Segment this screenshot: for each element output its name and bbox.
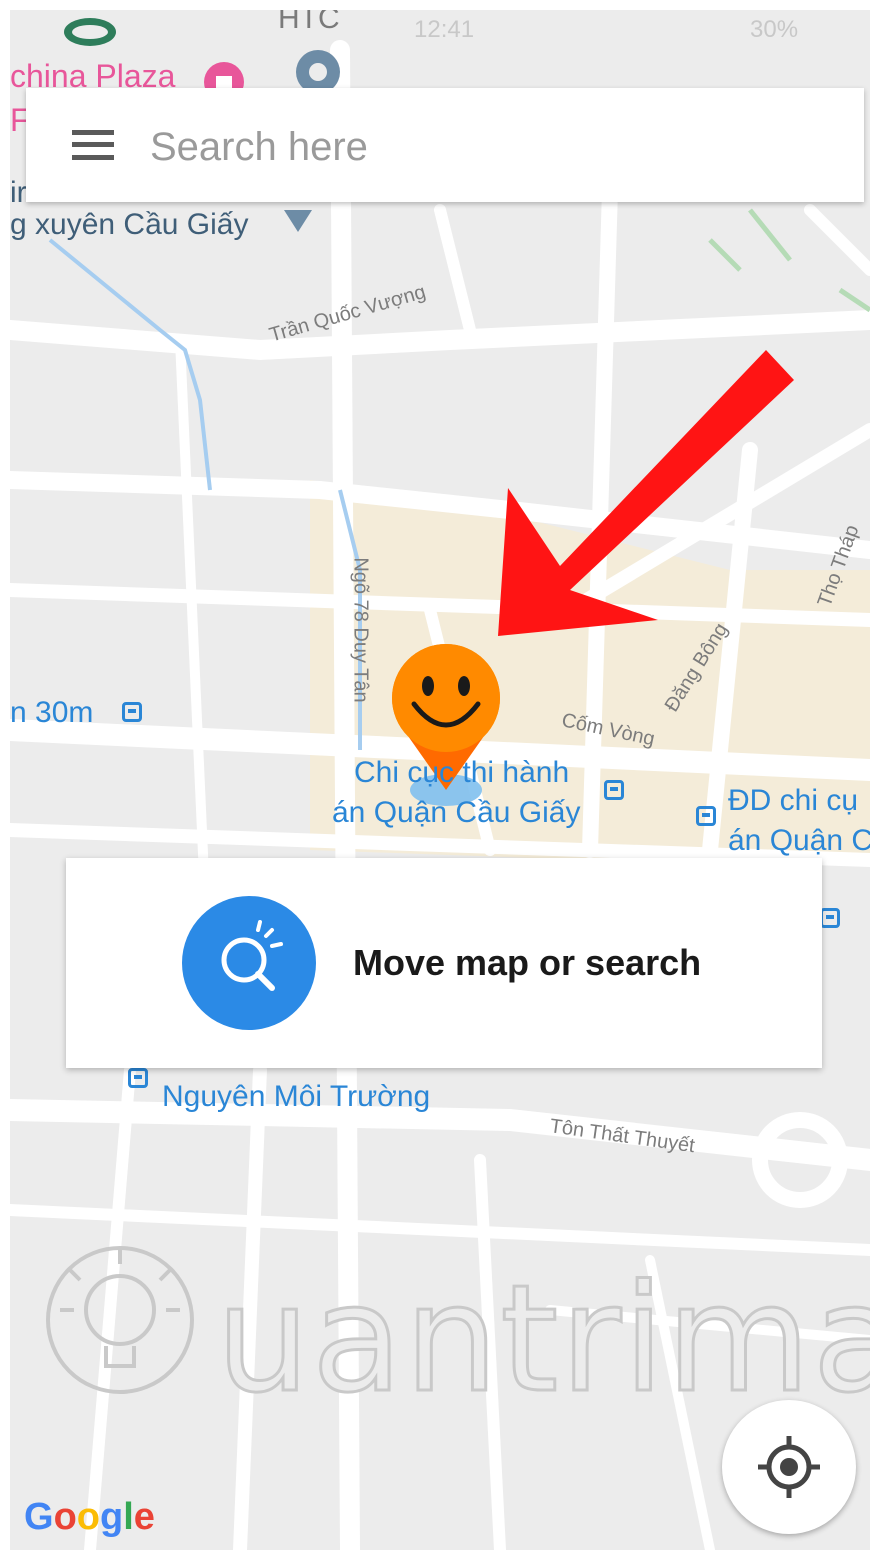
transit-stop-icon [128, 1068, 148, 1088]
search-spark-button[interactable] [182, 896, 316, 1030]
move-map-or-search-text: Move map or search [353, 942, 702, 983]
place-label-agency-l2[interactable]: án Quận Cầu Giấy [332, 798, 580, 828]
search-bar[interactable] [26, 88, 864, 202]
place-label-school-l1: ir [10, 176, 27, 209]
transit-stop-icon [122, 702, 142, 722]
transit-stop-icon [604, 780, 624, 800]
search-input[interactable] [148, 118, 832, 176]
google-letter: l [123, 1496, 134, 1538]
place-label-school-l2[interactable]: g xuyên Cầu Giấy [10, 210, 248, 240]
place-label-agency-l1[interactable]: Chi cục thi hành [354, 758, 569, 788]
google-letter: o [53, 1496, 77, 1538]
place-label-bus-30m[interactable]: n 30m [10, 698, 93, 728]
google-letter: G [24, 1496, 54, 1538]
status-time: 12:41 [414, 16, 475, 43]
place-label-environment[interactable]: Nguyên Môi Trường [162, 1082, 430, 1112]
google-letter: o [76, 1496, 100, 1538]
street-label-ngo-78-duy-tan: Ngõ 78 Duy Tân [349, 557, 372, 703]
my-location-button[interactable] [722, 1400, 856, 1534]
transit-stop-icon [820, 908, 840, 928]
search-spark-icon [221, 920, 283, 991]
status-bar: HTC 12:41 30% [10, 10, 870, 50]
move-map-or-search-card[interactable]: Move map or search [66, 858, 822, 1068]
quantrimang-watermark: uantrimang [215, 1253, 870, 1425]
google-letter: g [100, 1496, 124, 1538]
map-screen: HTC 12:41 30% china Plaza F ir g xuyên C… [10, 10, 870, 1550]
my-location-icon [758, 1436, 820, 1498]
google-letter: e [133, 1496, 155, 1538]
place-label-dd-l2[interactable]: án Quận C [728, 826, 870, 856]
place-label-dd-l1[interactable]: ĐD chi cụ [728, 786, 858, 816]
hamburger-menu-icon[interactable] [72, 130, 114, 160]
google-logo: Google [24, 1496, 155, 1539]
battery-level: 30% [750, 16, 799, 43]
transit-stop-icon [696, 806, 716, 826]
carrier-mark: HTC [278, 10, 340, 35]
